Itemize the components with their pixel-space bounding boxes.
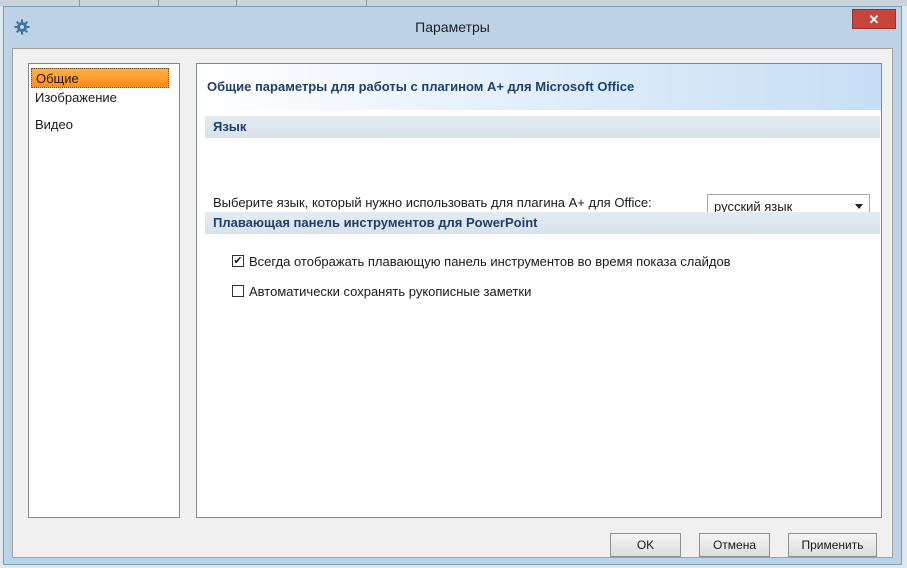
window-title: Параметры [415,19,490,35]
title-bar[interactable]: Параметры ✕ [4,7,901,48]
ok-button[interactable]: OK [610,533,681,557]
panel-title: Общие параметры для работы с плагином A+… [207,79,635,94]
category-list[interactable]: Общие Изображение Видео [28,63,180,518]
settings-panel: Общие параметры для работы с плагином A+… [196,63,882,518]
always-show-toolbar-label: Всегда отображать плавающую панель инстр… [249,254,731,269]
apply-button[interactable]: Применить [788,533,877,557]
close-icon: ✕ [868,12,880,27]
dialog-body: Общие Изображение Видео Общие параметры … [12,48,893,558]
autosave-ink-option[interactable]: Автоматически сохранять рукописные замет… [232,283,752,301]
section-language-title: Язык [213,119,247,134]
always-show-toolbar-option[interactable]: ✔ Всегда отображать плавающую панель инс… [232,253,752,271]
close-button[interactable]: ✕ [852,9,896,29]
section-language: Язык [205,116,880,138]
cancel-button[interactable]: Отмена [699,533,770,557]
panel-header: Общие параметры для работы с плагином A+… [197,64,881,110]
settings-dialog: Параметры ✕ Общие Изображение Видео Общи… [3,6,902,565]
always-show-toolbar-checkbox[interactable]: ✔ [232,255,244,267]
nav-item-image[interactable]: Изображение [31,88,169,108]
chevron-down-icon [855,204,863,209]
autosave-ink-label: Автоматически сохранять рукописные замет… [249,284,532,299]
section-toolbar-title: Плавающая панель инструментов для PowerP… [213,215,538,230]
nav-item-video[interactable]: Видео [31,115,169,135]
nav-item-general[interactable]: Общие [31,68,169,88]
language-label: Выберите язык, который нужно использоват… [213,195,652,210]
section-toolbar: Плавающая панель инструментов для PowerP… [205,212,880,234]
autosave-ink-checkbox[interactable] [232,285,244,297]
